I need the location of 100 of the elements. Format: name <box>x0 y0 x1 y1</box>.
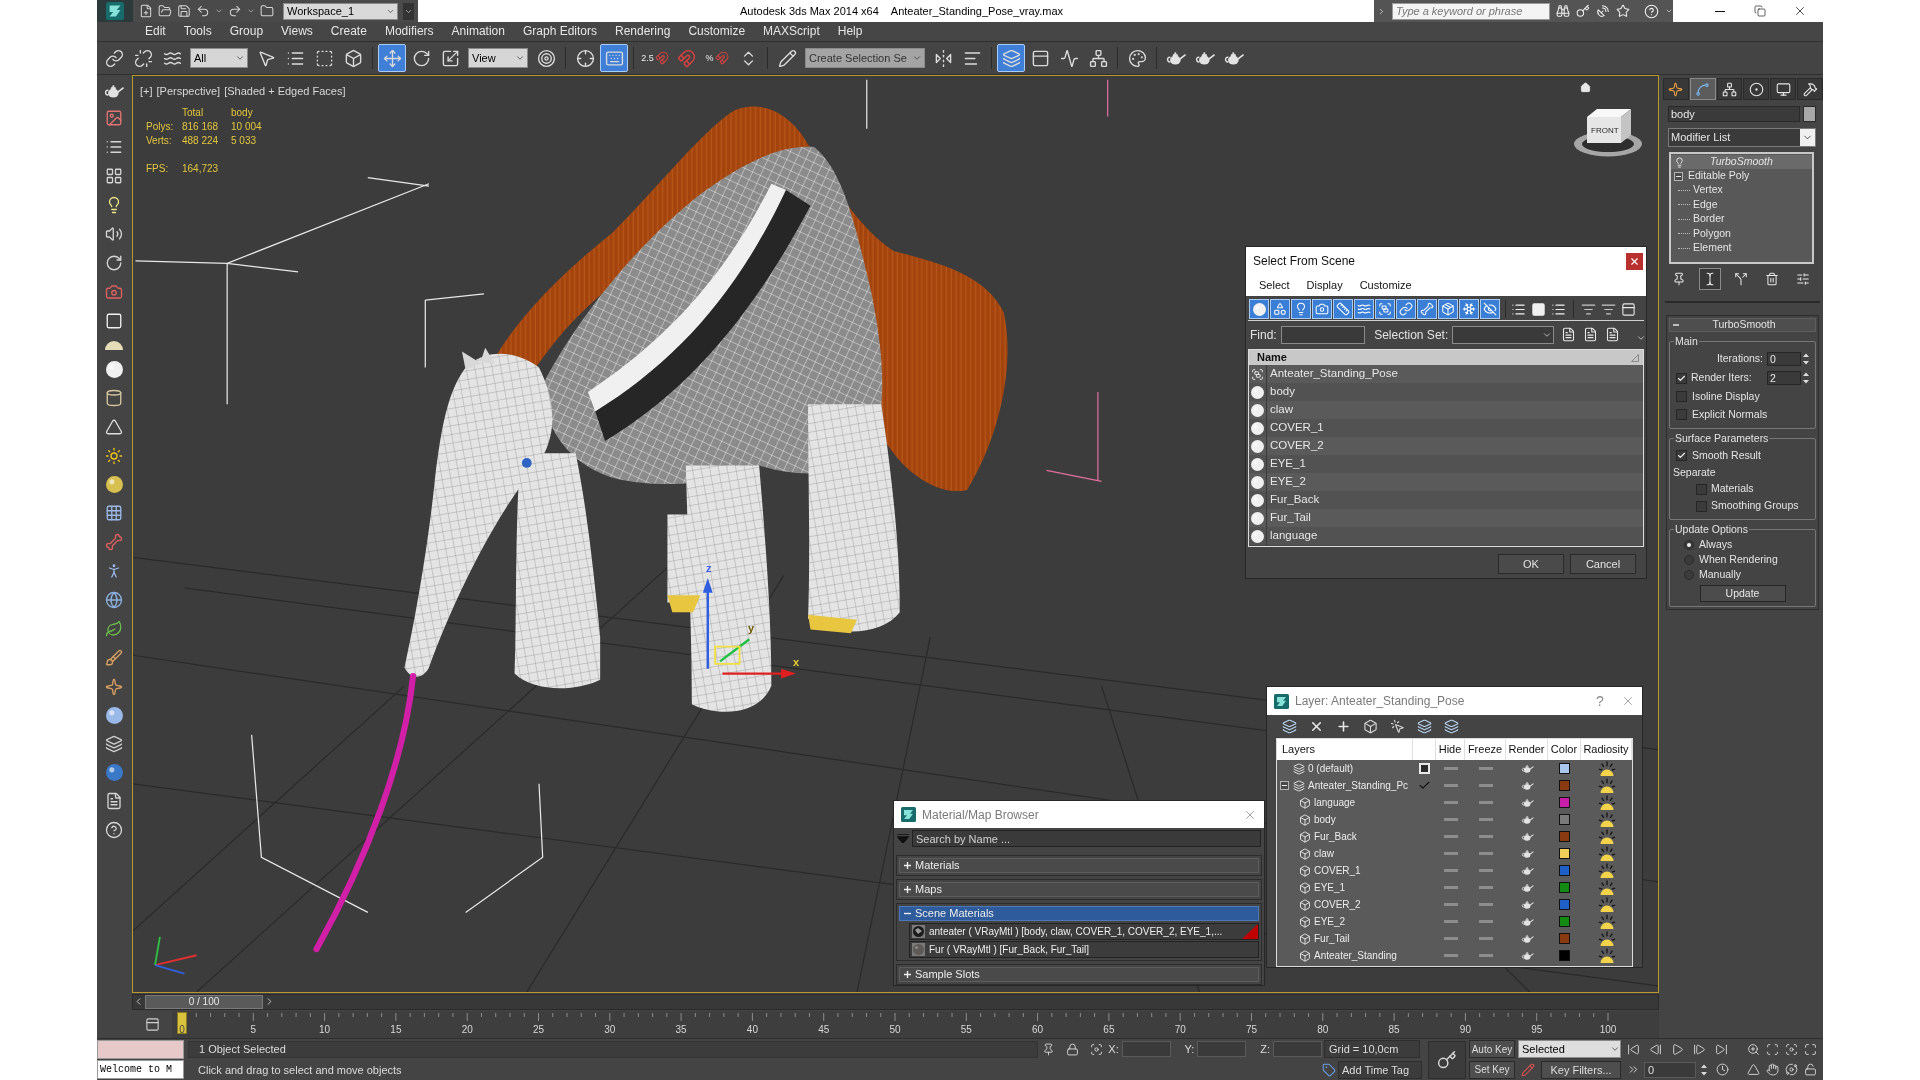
satellite-dish-icon[interactable] <box>1596 4 1610 18</box>
hidden-filter-button[interactable] <box>1480 299 1500 319</box>
menu-item[interactable]: Customize <box>1359 277 1412 294</box>
globe-icon[interactable] <box>105 591 123 609</box>
layers-icon[interactable] <box>1282 718 1297 734</box>
ok-button[interactable]: OK <box>1498 554 1564 574</box>
menu-item[interactable]: Edit <box>145 23 166 40</box>
sphere-icon[interactable] <box>105 764 123 781</box>
brush-icon[interactable] <box>105 649 123 667</box>
create-tab[interactable] <box>1663 78 1689 100</box>
grid-icon[interactable] <box>105 167 123 185</box>
rollout-header[interactable]: Scene Materials <box>899 906 1259 921</box>
helpers-filter-button[interactable] <box>1333 299 1353 319</box>
corner-brackets-icon[interactable] <box>1766 1042 1779 1056</box>
sub-object-entry[interactable]: Element <box>1671 241 1812 256</box>
key-button[interactable] <box>1428 1040 1466 1079</box>
clock-icon[interactable] <box>1716 1063 1729 1077</box>
menu-item[interactable]: Graph Editors <box>522 23 597 40</box>
color-swatch[interactable] <box>1559 865 1570 876</box>
sparkle-icon[interactable] <box>105 678 123 696</box>
cancel-button[interactable]: Cancel <box>1570 554 1636 574</box>
panel-icon[interactable] <box>1621 301 1636 317</box>
key-icon[interactable] <box>1576 4 1590 18</box>
teapot-icon[interactable] <box>1520 764 1534 773</box>
image-icon[interactable] <box>105 109 123 127</box>
containers-filter-button[interactable] <box>1438 299 1458 319</box>
folder-icon[interactable] <box>260 4 274 18</box>
material-entry[interactable]: anteater ( VRayMtl ) [body, claw, COVER_1, COVER_2, EYE_1,... <box>909 923 1259 940</box>
time-slider-thumb[interactable]: 0 / 100 <box>145 995 263 1009</box>
menu-item[interactable]: Select <box>1259 277 1290 294</box>
display-tab[interactable] <box>1770 78 1797 100</box>
radio-button[interactable] <box>1684 539 1694 550</box>
bone-icon[interactable] <box>105 533 123 551</box>
list-row[interactable]: COVER_1 <box>1249 419 1643 437</box>
sub-object-entry[interactable]: Border <box>1671 212 1812 227</box>
menu-item[interactable]: Tools <box>183 23 212 40</box>
document-icon[interactable] <box>1561 327 1576 342</box>
checkbox[interactable] <box>1676 372 1687 384</box>
play-icon[interactable] <box>1671 1042 1684 1056</box>
document-icon[interactable] <box>105 792 123 810</box>
chevron-icon[interactable] <box>1377 6 1386 16</box>
key-mode-dropdown[interactable]: Selected <box>1518 1040 1621 1059</box>
lights-filter-button[interactable] <box>1291 299 1311 319</box>
sphere-icon[interactable] <box>105 361 123 378</box>
binoculars-icon[interactable] <box>1556 4 1570 18</box>
menu-item[interactable]: Display <box>1306 277 1343 294</box>
menu-item[interactable]: Customize <box>688 23 746 40</box>
rollout-header[interactable]: TurboSmooth <box>1669 318 1816 332</box>
sun-rays-icon[interactable] <box>1597 778 1616 793</box>
teapot-icon[interactable] <box>1520 917 1534 926</box>
lock-icon[interactable] <box>1066 1042 1080 1056</box>
tag-icon[interactable] <box>1322 1062 1336 1077</box>
list-row[interactable]: claw <box>1249 401 1643 419</box>
square-icon[interactable] <box>1419 763 1430 774</box>
menu-item[interactable]: Rendering <box>615 23 671 40</box>
checkbox[interactable] <box>1696 500 1707 512</box>
checkbox[interactable] <box>1696 483 1707 495</box>
panel-icon[interactable] <box>144 1017 160 1032</box>
show-end-result-button[interactable] <box>1699 268 1721 290</box>
focus-icon[interactable] <box>1090 1042 1104 1056</box>
sub-object-entry[interactable]: Polygon <box>1671 226 1812 241</box>
sub-object-entry[interactable]: Vertex <box>1671 183 1812 198</box>
color-swatch[interactable] <box>1559 814 1570 825</box>
save-icon[interactable] <box>177 4 191 18</box>
teapot-icon[interactable] <box>1520 900 1534 909</box>
geometry-filter-button[interactable] <box>1249 299 1269 319</box>
find-field[interactable] <box>1280 325 1366 344</box>
sun-rays-icon[interactable] <box>1597 863 1616 878</box>
spinner-arrows-icon[interactable] <box>1802 352 1810 367</box>
track-bar[interactable]: 0 5 10 15 20 25 30 35 40 45 50 55 60 65 70 75 80 85 90 95 100 <box>172 1011 1659 1038</box>
update-button[interactable]: Update <box>1699 585 1786 603</box>
skip-forward-icon[interactable] <box>1715 1042 1728 1056</box>
radio-button[interactable] <box>1684 569 1694 580</box>
rollout-header[interactable]: Maps <box>899 882 1259 897</box>
stack-entry[interactable]: Editable Poly <box>1671 169 1812 183</box>
undo-icon[interactable] <box>196 4 210 18</box>
groups-filter-button[interactable] <box>1375 299 1395 319</box>
hierarchy-tab[interactable] <box>1716 78 1743 100</box>
filter-icon[interactable] <box>1581 301 1596 317</box>
teapot-icon[interactable] <box>1520 934 1534 943</box>
sun-icon[interactable] <box>105 447 123 465</box>
coordinate-system-dropdown[interactable]: View <box>468 48 528 68</box>
teapot-icon[interactable] <box>1520 798 1534 807</box>
teapot-icon[interactable] <box>1520 951 1534 960</box>
cameras-filter-button[interactable] <box>1312 299 1332 319</box>
number-field[interactable]: 0 <box>1767 352 1801 367</box>
frozen-filter-button[interactable] <box>1459 299 1479 319</box>
object-name-field[interactable]: body <box>1668 106 1800 122</box>
camera-icon[interactable] <box>105 283 123 301</box>
layers-icon[interactable] <box>1417 718 1432 734</box>
cylinder-icon[interactable] <box>105 389 123 407</box>
color-swatch[interactable] <box>1559 916 1570 927</box>
caret-icon[interactable] <box>247 7 255 15</box>
help-button[interactable]: ? <box>1589 691 1611 711</box>
menu-item[interactable]: Group <box>229 23 264 40</box>
skip-back-icon[interactable] <box>1627 1042 1640 1056</box>
document-icon[interactable] <box>1583 327 1598 342</box>
checkbox[interactable] <box>1676 391 1687 403</box>
teapot-icon[interactable] <box>104 85 124 98</box>
menu-item[interactable]: Modifiers <box>384 23 434 40</box>
